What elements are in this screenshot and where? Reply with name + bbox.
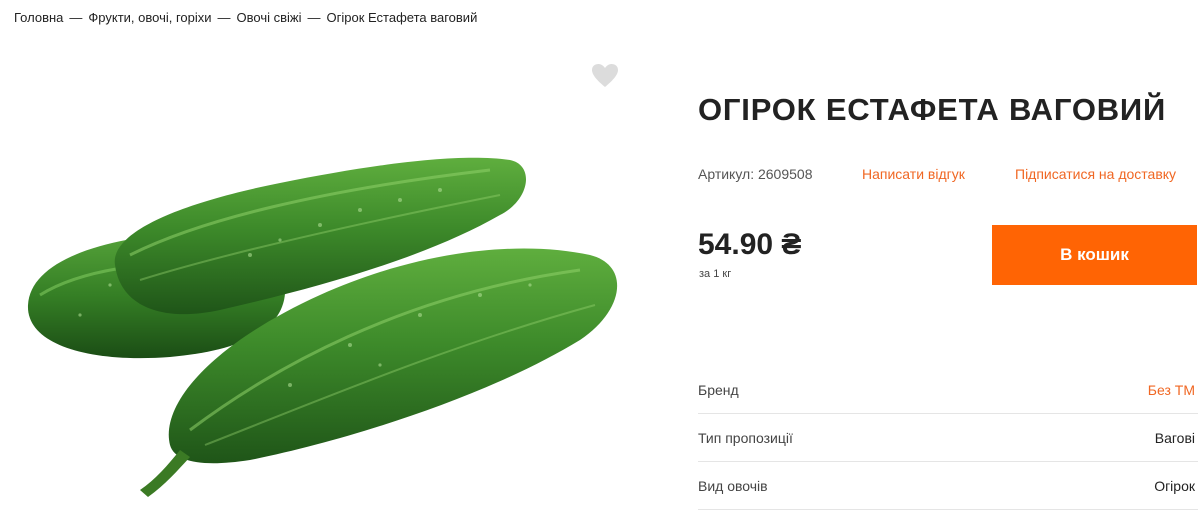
spec-label: Бренд [698,381,739,398]
spec-row-offer-type: Тип пропозиції Вагові [698,414,1198,462]
breadcrumb-fruits-vegetables-nuts[interactable]: Фрукти, овочі, горіхи [88,10,211,25]
cucumber-image [27,157,618,497]
spec-row-brand: Бренд Без ТМ [698,366,1198,414]
subscribe-delivery-link[interactable]: Підписатися на доставку [1015,166,1176,182]
breadcrumb-separator: — [307,10,321,25]
breadcrumb-home[interactable]: Головна [14,10,63,25]
price-unit: за 1 кг [699,268,732,280]
spec-label: Вид овочів [698,477,768,494]
product-title: ОГІРОК ЕСТАФЕТА ВАГОВИЙ [698,92,1167,127]
breadcrumb-current: Огірок Естафета ваговий [326,10,478,25]
breadcrumb-separator: — [217,10,231,25]
spec-value: Огірок [1154,477,1195,494]
product-price: 54.90 ₴ [698,228,802,261]
heart-icon [592,64,618,87]
product-specs: Бренд Без ТМ Тип пропозиції Вагові Вид о… [698,366,1198,510]
breadcrumb-fresh-vegetables[interactable]: Овочі свіжі [237,10,302,25]
product-image [20,145,630,505]
product-sku: Артикул: 2609508 [698,166,813,182]
favorite-button[interactable] [591,63,619,89]
breadcrumb-separator: — [69,10,83,25]
spec-label: Тип пропозиції [698,429,793,446]
add-to-cart-button[interactable]: В кошик [992,225,1197,285]
breadcrumb: Головна — Фрукти, овочі, горіхи — Овочі … [14,10,477,25]
write-review-link[interactable]: Написати відгук [862,166,965,182]
spec-row-vegetable-kind: Вид овочів Огірок [698,462,1198,510]
spec-value-brand-link[interactable]: Без ТМ [1148,382,1198,398]
spec-value: Вагові [1154,429,1195,446]
